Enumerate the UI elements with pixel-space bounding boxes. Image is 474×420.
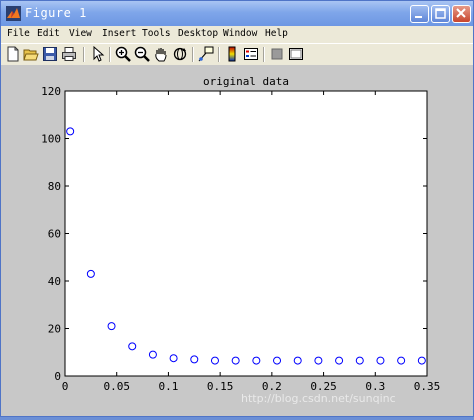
zoom-in-icon[interactable] (115, 46, 131, 62)
menu-window[interactable]: Window (223, 28, 257, 39)
menu-insert[interactable]: Insert (102, 28, 136, 39)
toolbar-separator (218, 47, 220, 62)
y-tick-label: 20 (48, 323, 61, 336)
menu-view[interactable]: View (69, 28, 92, 39)
maximize-button[interactable] (431, 5, 450, 23)
menu-edit[interactable]: Edit (37, 28, 60, 39)
menu-help[interactable]: Help (265, 28, 288, 39)
scatter-plot[interactable]: original data 0 0.05 0.1 0.15 0.2 0.25 0.3 0.35… (1, 65, 473, 416)
toolbar-separator (263, 47, 265, 62)
figure-window: Figure 1 File Edit View Insert Tools Des… (0, 0, 474, 417)
minimize-icon (415, 16, 422, 18)
edit-plot-arrow-icon[interactable] (90, 46, 106, 62)
x-tick-label: 0.35 (414, 380, 441, 393)
figure-canvas: original data 0 0.05 0.1 0.15 0.2 0.25 0.3 0.35… (1, 65, 473, 416)
x-tick-label: 0.05 (103, 380, 130, 393)
toolbar-separator (83, 47, 85, 62)
figure-toolbar (1, 43, 473, 66)
new-figure-icon[interactable] (5, 46, 21, 62)
plot-title: original data (203, 75, 289, 88)
rotate-3d-icon[interactable] (172, 46, 188, 62)
close-button[interactable] (452, 5, 471, 23)
insert-legend-icon[interactable] (243, 46, 259, 62)
title-bar[interactable]: Figure 1 (1, 1, 473, 26)
watermark-text: http://blog.csdn.net/sunqinc (241, 392, 396, 405)
matlab-icon (6, 6, 21, 21)
data-cursor-icon[interactable] (198, 46, 214, 62)
x-tick-label: 0.15 (207, 380, 234, 393)
save-icon[interactable] (42, 46, 58, 62)
print-icon[interactable] (61, 46, 77, 62)
open-file-icon[interactable] (23, 46, 39, 62)
menu-desktop[interactable]: Desktop (178, 28, 218, 39)
y-tick-label: 40 (48, 275, 61, 288)
insert-colorbar-icon[interactable] (224, 46, 240, 62)
window-title: Figure 1 (25, 6, 87, 20)
y-tick-label: 0 (54, 370, 61, 383)
hide-plot-tools-icon[interactable] (269, 46, 285, 62)
menu-file[interactable]: File (7, 28, 30, 39)
menu-tools[interactable]: Tools (142, 28, 171, 39)
y-tick-label: 80 (48, 180, 61, 193)
zoom-out-icon[interactable] (134, 46, 150, 62)
pan-hand-icon[interactable] (153, 46, 169, 62)
maximize-icon (435, 8, 446, 19)
show-plot-tools-icon[interactable] (288, 46, 304, 62)
y-tick-label: 60 (48, 228, 61, 241)
toolbar-separator (109, 47, 111, 62)
x-tick-label: 0.1 (158, 380, 178, 393)
y-tick-label: 120 (41, 85, 61, 98)
axes-box[interactable] (64, 90, 428, 377)
menu-bar: File Edit View Insert Tools Desktop Wind… (1, 26, 473, 43)
y-tick-label: 100 (41, 133, 61, 146)
minimize-button[interactable] (410, 5, 429, 23)
close-icon (456, 8, 466, 18)
toolbar-separator (192, 47, 194, 62)
x-tick-label: 0 (62, 380, 69, 393)
